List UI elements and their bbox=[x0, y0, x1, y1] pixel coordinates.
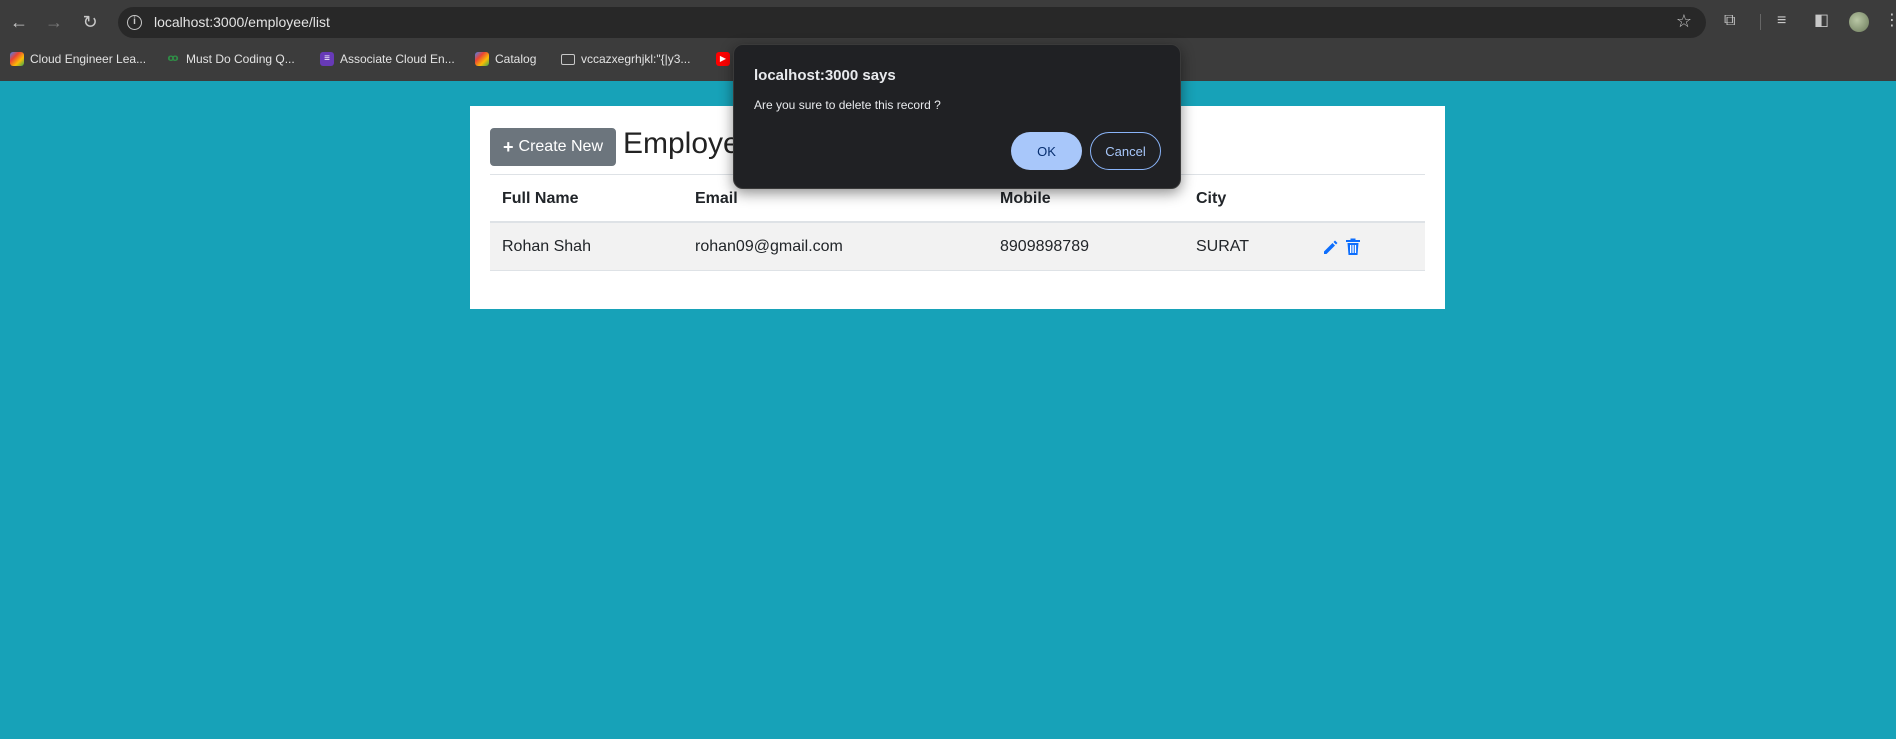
bookmark-label: vccazxegrhjkl:"{|y3... bbox=[581, 52, 691, 66]
bookmark-label: Cloud Engineer Lea... bbox=[30, 52, 147, 66]
create-new-button[interactable]: + Create New bbox=[490, 128, 616, 166]
header-full-name: Full Name bbox=[502, 190, 579, 207]
toolbar-divider bbox=[1760, 14, 1761, 30]
cell-city: SURAT bbox=[1196, 238, 1250, 255]
bookmark-label: Associate Cloud En... bbox=[340, 52, 455, 66]
confirm-dialog: localhost:3000 says Are you sure to dele… bbox=[733, 44, 1181, 189]
bookmark-star-icon[interactable]: ☆ bbox=[1676, 11, 1692, 32]
forward-icon[interactable]: → bbox=[42, 10, 66, 34]
bookmark-item[interactable]: Cloud Engineer Lea... bbox=[10, 48, 146, 70]
list-icon: ≡ bbox=[320, 52, 334, 66]
menu-icon[interactable]: ⋮ bbox=[1884, 11, 1896, 31]
employee-table: Full Name Email Mobile City Rohan Shah r… bbox=[490, 175, 1425, 271]
folder-icon bbox=[561, 53, 575, 65]
plus-icon: + bbox=[503, 136, 514, 157]
pencil-icon[interactable] bbox=[1322, 238, 1340, 256]
bookmark-item[interactable]: ꝏ Must Do Coding Q... bbox=[166, 48, 295, 70]
ok-button[interactable]: OK bbox=[1011, 132, 1082, 170]
cell-email: rohan09@gmail.com bbox=[695, 238, 843, 255]
side-panel-icon[interactable]: ◧ bbox=[1814, 11, 1829, 31]
bookmark-item[interactable]: Catalog bbox=[475, 48, 536, 70]
browser-toolbar: ← → ↻ i localhost:3000/employee/list ☆ ⧉… bbox=[0, 0, 1896, 44]
header-mobile: Mobile bbox=[1000, 190, 1051, 207]
bookmark-item[interactable]: vccazxegrhjkl:"{|y3... bbox=[561, 48, 690, 70]
bookmark-item[interactable]: ▶ bbox=[716, 48, 730, 70]
media-control-icon[interactable]: ≡ bbox=[1777, 11, 1786, 31]
url-text[interactable]: localhost:3000/employee/list bbox=[154, 14, 330, 30]
gfg-icon: ꝏ bbox=[167, 53, 179, 64]
extensions-icon[interactable]: ⧉ bbox=[1724, 11, 1735, 31]
bookmark-item[interactable]: ≡ Associate Cloud En... bbox=[320, 48, 455, 70]
bookmark-label: Catalog bbox=[495, 52, 537, 66]
reload-icon[interactable]: ↻ bbox=[78, 10, 102, 34]
back-icon[interactable]: ← bbox=[7, 10, 31, 34]
site-info-icon[interactable]: i bbox=[127, 15, 142, 30]
cell-full-name: Rohan Shah bbox=[502, 238, 591, 255]
dialog-message: Are you sure to delete this record ? bbox=[754, 98, 941, 112]
youtube-icon: ▶ bbox=[716, 52, 730, 66]
header-city: City bbox=[1196, 190, 1227, 207]
google-cloud-icon bbox=[10, 52, 24, 66]
address-bar[interactable]: i localhost:3000/employee/list ☆ bbox=[118, 7, 1706, 38]
bookmark-label: Must Do Coding Q... bbox=[186, 52, 295, 66]
cancel-button[interactable]: Cancel bbox=[1090, 132, 1161, 170]
create-new-label: Create New bbox=[518, 138, 603, 155]
google-cloud-icon bbox=[475, 52, 489, 66]
trash-icon[interactable] bbox=[1345, 238, 1361, 256]
dialog-title: localhost:3000 says bbox=[754, 67, 896, 84]
page-title: Employe bbox=[623, 127, 740, 160]
table-row: Rohan Shah rohan09@gmail.com 8909898789 … bbox=[490, 223, 1425, 271]
header-email: Email bbox=[695, 190, 738, 207]
profile-avatar[interactable] bbox=[1849, 12, 1869, 32]
cell-mobile: 8909898789 bbox=[1000, 238, 1089, 255]
